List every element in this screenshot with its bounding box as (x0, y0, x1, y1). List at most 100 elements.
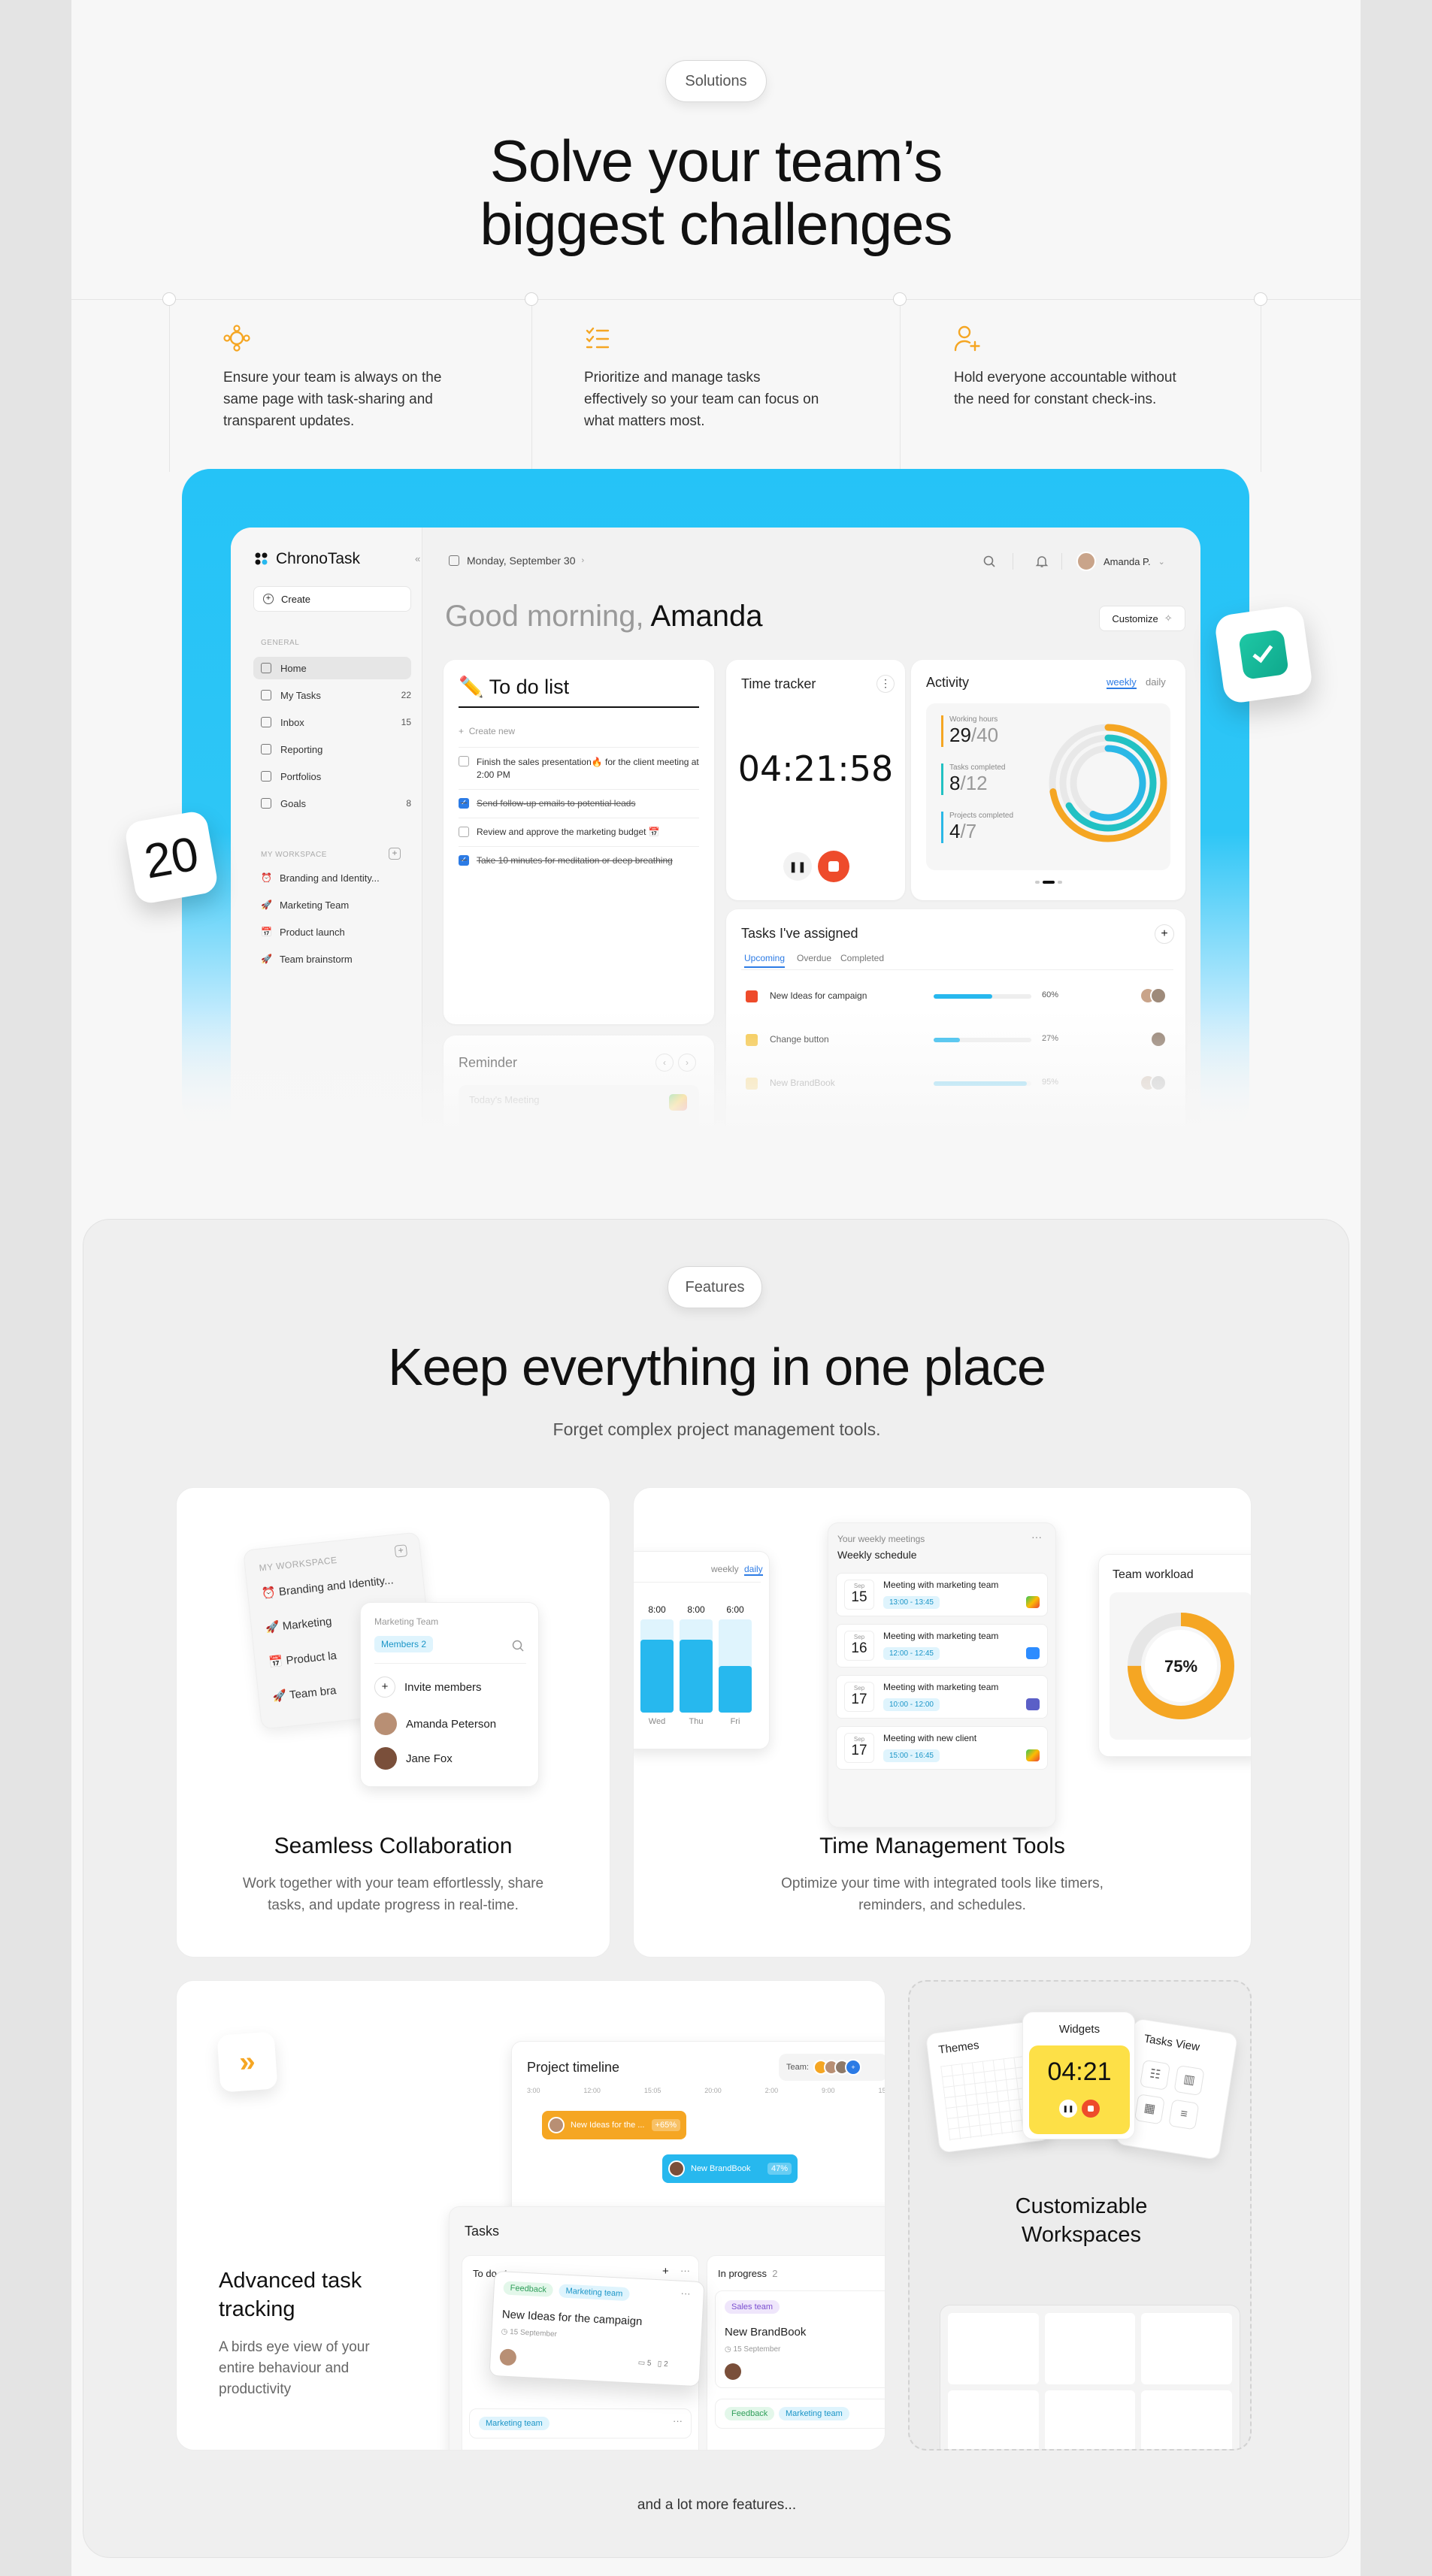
checkbox-checked[interactable]: ✓ (459, 855, 469, 866)
features-pill: Features (668, 1266, 762, 1308)
workspace-item[interactable]: 📅 Product launch (253, 921, 411, 942)
stop-icon (828, 861, 839, 872)
assigned-row[interactable]: Change button 27% (741, 1025, 1173, 1055)
nav-reporting[interactable]: Reporting (253, 739, 411, 760)
pause-button[interactable]: ❚❚ (783, 852, 812, 881)
timer-value: 04:21 (1047, 2057, 1112, 2086)
task-card[interactable]: Marketing team ··· (469, 2408, 692, 2438)
create-new-todo[interactable]: + Create new (459, 726, 515, 736)
user-menu[interactable]: Amanda P. ⌄ (1076, 552, 1165, 571)
customize-button[interactable]: Customize ✧ (1099, 606, 1185, 631)
board-icon[interactable]: ▥ (1173, 2064, 1205, 2097)
task-name: New BrandBook (770, 1078, 835, 1088)
member-item[interactable]: Jane Fox (374, 1747, 453, 1770)
todo-item[interactable]: ✓ Send follow-up emails to potential lead… (459, 798, 699, 809)
nav-home[interactable]: Home (253, 658, 411, 679)
workspace-item[interactable]: 🚀 Team brainstorm (253, 948, 411, 969)
reminder-item[interactable]: Today's Meeting (459, 1085, 699, 1130)
filter-icon[interactable]: ≡ (1168, 2099, 1200, 2130)
priority-icon (746, 1078, 758, 1090)
collapse-sidebar-icon[interactable]: « (415, 553, 420, 564)
task-card[interactable]: Feedback Marketing team (715, 2399, 885, 2429)
ws-item[interactable]: 📅 Product la (268, 1649, 338, 1669)
tab-completed[interactable]: Completed (840, 953, 884, 963)
meeting-item[interactable]: Sep 17 Meeting with new client 15:00 - 16… (836, 1726, 1048, 1770)
add-icon[interactable]: + (662, 2265, 669, 2278)
nav-inbox[interactable]: Inbox 15 (253, 712, 411, 733)
add-task-button[interactable]: + (1155, 924, 1174, 944)
todo-item[interactable]: Finish the sales presentation🔥 for the c… (459, 756, 699, 782)
more-icon[interactable]: ··· (673, 2415, 683, 2426)
list-icon[interactable]: ☷ (1139, 2059, 1171, 2091)
tab-overdue[interactable]: Overdue (797, 953, 831, 963)
ws-item[interactable]: 🚀 Team bra (272, 1683, 337, 1704)
team-filter[interactable]: Team: + (779, 2054, 885, 2081)
hours-chart: weekly daily 8:00 8:00 6:00 Wed Thu Fri (634, 1551, 770, 1749)
meeting-item[interactable]: Sep 17 Meeting with marketing team 10:00 … (836, 1675, 1048, 1719)
meeting-item[interactable]: Sep 15 Meeting with marketing team 13:00 … (836, 1573, 1048, 1616)
todo-item[interactable]: Review and approve the marketing budget … (459, 827, 699, 837)
tab-weekly[interactable]: weekly (1107, 676, 1137, 689)
meeting-item[interactable]: Sep 16 Meeting with marketing team 12:00 … (836, 1624, 1048, 1667)
rocket-icon: 🚀 (261, 899, 272, 910)
tab-daily[interactable]: daily (744, 1564, 763, 1576)
calendar-icon[interactable]: ▦ (1134, 2094, 1165, 2125)
checkbox[interactable] (459, 756, 469, 766)
add-icon[interactable]: + (394, 1544, 408, 1558)
create-button[interactable]: + Create (253, 586, 411, 612)
add-workspace-icon[interactable]: + (389, 848, 401, 860)
assigned-row[interactable]: New BrandBook 95% (741, 1069, 1173, 1099)
tag: Feedback (725, 2407, 775, 2420)
workspace-item[interactable]: 🚀 Marketing Team (253, 894, 411, 915)
more-icon[interactable]: ··· (1031, 1531, 1042, 1543)
timeline-bar[interactable]: New Ideas for the ... +65% (542, 2111, 686, 2139)
more-icon[interactable]: ··· (680, 2287, 691, 2299)
member-item[interactable]: Amanda Peterson (374, 1713, 496, 1735)
search-icon[interactable] (511, 1639, 525, 1652)
pause-button[interactable]: ❚❚ (1059, 2100, 1077, 2118)
folder-icon (261, 771, 271, 782)
prev-button[interactable]: ‹ (655, 1054, 674, 1072)
tracker-title: Time tracker (741, 676, 816, 691)
next-button[interactable]: › (678, 1054, 696, 1072)
tab-upcoming[interactable]: Upcoming (744, 953, 786, 968)
tag: Marketing team (479, 2417, 549, 2430)
dragged-task-card[interactable]: Feedback Marketing team ··· New Ideas fo… (489, 2270, 705, 2387)
stop-button[interactable] (1082, 2100, 1100, 2118)
todo-item[interactable]: ✓ Take 10 minutes for meditation or deep … (459, 855, 699, 866)
tab-daily[interactable]: daily (1146, 676, 1166, 688)
timer-widget: 04:21 ❚❚ (1029, 2045, 1130, 2134)
timeline-bar[interactable]: New BrandBook 47% (662, 2154, 798, 2183)
tab-weekly[interactable]: weekly (711, 1564, 739, 1574)
checkbox[interactable] (459, 827, 469, 837)
more-icon[interactable]: ··· (680, 2265, 690, 2276)
task-card[interactable]: Sales team New BrandBook ◷ 15 September (715, 2290, 885, 2388)
create-new-label: Create new (468, 726, 516, 736)
progress-column: In progress 2 Sales team New BrandBook ◷… (707, 2255, 885, 2450)
solution-text-3: Hold everyone accountable without the ne… (954, 370, 1176, 407)
meeting-time: 10:00 - 12:00 (883, 1698, 940, 1711)
stat-total: /7 (960, 820, 977, 842)
more-icon[interactable]: ⋮ (876, 675, 895, 693)
nav-my-tasks[interactable]: My Tasks 22 (253, 685, 411, 706)
bar (719, 1666, 752, 1713)
rocket-icon: 🚀 (261, 954, 272, 964)
task-name: New Ideas for campaign (770, 990, 867, 1001)
themes-label: Themes (937, 2039, 980, 2057)
invite-members-button[interactable]: + Invite members (374, 1677, 482, 1698)
grid-node (1254, 292, 1267, 306)
checkbox-checked[interactable]: ✓ (459, 798, 469, 809)
nav-goals[interactable]: Goals 8 (253, 793, 411, 814)
nav-portfolios[interactable]: Portfolios (253, 766, 411, 787)
date-picker[interactable]: Monday, September 30 › (449, 555, 584, 567)
search-icon[interactable] (982, 555, 996, 568)
ws-item[interactable]: 🚀 Marketing (265, 1614, 332, 1634)
ws-item[interactable]: ⏰ Branding and Identity... (261, 1573, 394, 1600)
assigned-row[interactable]: New Ideas for campaign 60% (741, 981, 1173, 1011)
sparkle-icon: ✧ (1164, 612, 1173, 624)
workspace-item[interactable]: ⏰ Branding and Identity... (253, 867, 411, 888)
greeting-text: Good morning, (445, 600, 644, 633)
bell-icon[interactable] (1035, 555, 1049, 568)
divider (459, 789, 699, 790)
stop-button[interactable] (818, 851, 849, 882)
